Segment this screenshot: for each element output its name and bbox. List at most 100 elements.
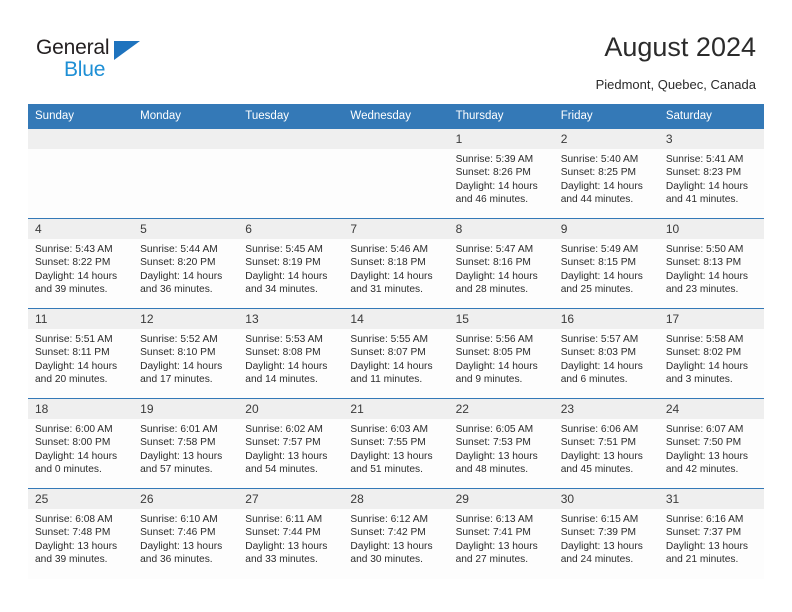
weekday-header-row: Sunday Monday Tuesday Wednesday Thursday… [28, 104, 764, 129]
calendar-day-cell[interactable]: 28 Sunrise: 6:12 AM Sunset: 7:42 PM Dayligh… [343, 488, 449, 579]
calendar-day-cell[interactable]: 20 Sunrise: 6:02 AM Sunset: 7:57 PM Dayligh… [238, 398, 344, 489]
sunrise-text: Sunrise: 5:51 AM [35, 334, 113, 345]
daylight-text-line1: Daylight: 13 hours [455, 540, 538, 552]
page-title: August 2024 [604, 32, 756, 62]
sunrise-text: Sunrise: 5:39 AM [455, 154, 534, 165]
day-number: 15 [448, 309, 554, 329]
day-sun-info: Sunrise: 6:02 AM Sunset: 7:57 PM Daylight:… [238, 419, 343, 477]
daylight-text-line1: Daylight: 14 hours [455, 270, 538, 282]
day-number: 30 [553, 489, 659, 509]
calendar-day-cell[interactable]: 4 Sunrise: 5:43 AM Sunset: 8:22 PM Daylight… [28, 218, 134, 309]
calendar-day-cell[interactable]: 7 Sunrise: 5:46 AM Sunset: 8:18 PM Daylight… [343, 218, 449, 309]
day-sun-info: Sunrise: 5:39 AM Sunset: 8:26 PM Daylight:… [449, 149, 554, 207]
calendar-day-cell[interactable]: 17 Sunrise: 5:58 AM Sunset: 8:02 PM Dayligh… [658, 308, 764, 399]
day-number: 27 [238, 489, 344, 509]
daylight-text-line2: and 36 minutes. [140, 284, 213, 296]
daylight-text-line1: Daylight: 13 hours [245, 540, 328, 552]
daylight-text-line2: and 48 minutes. [455, 464, 529, 476]
day-number: 26 [133, 489, 239, 509]
triangle-icon [114, 41, 140, 60]
calendar-day-cell[interactable]: 15 Sunrise: 5:56 AM Sunset: 8:05 PM Dayligh… [448, 308, 554, 399]
daylight-text-line2: and 39 minutes. [35, 554, 108, 566]
daylight-text-line2: and 27 minutes. [455, 554, 529, 566]
day-sun-info: Sunrise: 6:11 AM Sunset: 7:44 PM Daylight:… [238, 509, 343, 567]
location-subtitle: Piedmont, Quebec, Canada [595, 77, 756, 92]
calendar-day-cell[interactable]: 8 Sunrise: 5:47 AM Sunset: 8:16 PM Daylight… [448, 218, 554, 309]
calendar-day-cell[interactable]: 6 Sunrise: 5:45 AM Sunset: 8:19 PM Daylight… [238, 218, 344, 309]
calendar-day-cell-empty [238, 128, 344, 219]
calendar-day-cell[interactable]: 22 Sunrise: 6:05 AM Sunset: 7:53 PM Dayligh… [448, 398, 554, 489]
daylight-text-line1: Daylight: 13 hours [350, 540, 433, 552]
daylight-text-line2: and 34 minutes. [245, 284, 318, 296]
day-number [28, 129, 134, 149]
calendar-page: General Blue August 2024 Piedmont, Quebe… [0, 0, 792, 612]
day-number: 14 [343, 309, 449, 329]
calendar-day-cell[interactable]: 12 Sunrise: 5:52 AM Sunset: 8:10 PM Dayligh… [133, 308, 239, 399]
sunrise-text: Sunrise: 6:02 AM [245, 424, 323, 435]
calendar-day-cell[interactable]: 24 Sunrise: 6:07 AM Sunset: 7:50 PM Dayligh… [658, 398, 764, 489]
calendar-day-cell-empty [133, 128, 239, 219]
day-sun-info: Sunrise: 6:13 AM Sunset: 7:41 PM Daylight:… [449, 509, 554, 567]
day-number: 17 [658, 309, 764, 329]
calendar-day-cell[interactable]: 18 Sunrise: 6:00 AM Sunset: 8:00 PM Dayligh… [28, 398, 134, 489]
day-sun-info: Sunrise: 6:00 AM Sunset: 8:00 PM Daylight:… [28, 419, 133, 477]
calendar-day-cell[interactable]: 2 Sunrise: 5:40 AM Sunset: 8:25 PM Daylight… [553, 128, 659, 219]
daylight-text-line2: and 33 minutes. [245, 554, 318, 566]
sunset-text: Sunset: 7:39 PM [560, 527, 637, 539]
logo-text-general: General [36, 36, 110, 59]
calendar-day-cell[interactable]: 26 Sunrise: 6:10 AM Sunset: 7:46 PM Dayligh… [133, 488, 239, 579]
daylight-text-line1: Daylight: 14 hours [455, 360, 538, 372]
day-number [343, 129, 449, 149]
day-number: 16 [553, 309, 659, 329]
daylight-text-line2: and 44 minutes. [560, 194, 634, 206]
calendar-day-cell[interactable]: 3 Sunrise: 5:41 AM Sunset: 8:23 PM Daylight… [658, 128, 764, 219]
day-number: 4 [28, 219, 134, 239]
day-number: 9 [553, 219, 659, 239]
day-sun-info: Sunrise: 5:57 AM Sunset: 8:03 PM Daylight:… [554, 329, 659, 387]
day-sun-info: Sunrise: 6:01 AM Sunset: 7:58 PM Daylight:… [133, 419, 238, 477]
calendar-day-cell[interactable]: 31 Sunrise: 6:16 AM Sunset: 7:37 PM Dayligh… [658, 488, 764, 579]
sunset-text: Sunset: 8:10 PM [140, 347, 216, 359]
daylight-text-line1: Daylight: 13 hours [455, 450, 538, 462]
calendar-day-cell[interactable]: 30 Sunrise: 6:15 AM Sunset: 7:39 PM Dayligh… [553, 488, 659, 579]
calendar-day-cell[interactable]: 19 Sunrise: 6:01 AM Sunset: 7:58 PM Dayligh… [133, 398, 239, 489]
day-sun-info: Sunrise: 5:58 AM Sunset: 8:02 PM Daylight:… [659, 329, 764, 387]
day-number: 5 [133, 219, 239, 239]
daylight-text-line1: Daylight: 14 hours [350, 270, 433, 282]
sunset-text: Sunset: 8:03 PM [560, 347, 637, 359]
day-number: 3 [658, 129, 764, 149]
day-number: 13 [238, 309, 344, 329]
daylight-text-line2: and 57 minutes. [140, 464, 213, 476]
sunset-text: Sunset: 7:46 PM [140, 527, 216, 539]
calendar-day-cell[interactable]: 9 Sunrise: 5:49 AM Sunset: 8:15 PM Daylight… [553, 218, 659, 309]
calendar-day-cell[interactable]: 11 Sunrise: 5:51 AM Sunset: 8:11 PM Dayligh… [28, 308, 134, 399]
calendar-day-cell[interactable]: 25 Sunrise: 6:08 AM Sunset: 7:48 PM Dayligh… [28, 488, 134, 579]
calendar-day-cell[interactable]: 5 Sunrise: 5:44 AM Sunset: 8:20 PM Daylight… [133, 218, 239, 309]
sunrise-text: Sunrise: 5:53 AM [245, 334, 323, 345]
day-sun-info: Sunrise: 5:51 AM Sunset: 8:11 PM Daylight:… [28, 329, 133, 387]
calendar-day-cell[interactable]: 27 Sunrise: 6:11 AM Sunset: 7:44 PM Dayligh… [238, 488, 344, 579]
day-sun-info: Sunrise: 5:41 AM Sunset: 8:23 PM Daylight:… [659, 149, 764, 207]
sunrise-text: Sunrise: 5:47 AM [455, 244, 534, 255]
daylight-text-line1: Daylight: 14 hours [455, 180, 538, 192]
calendar-day-cell[interactable]: 10 Sunrise: 5:50 AM Sunset: 8:13 PM Dayligh… [658, 218, 764, 309]
day-sun-info: Sunrise: 5:46 AM Sunset: 8:18 PM Daylight:… [343, 239, 448, 297]
daylight-text-line1: Daylight: 13 hours [140, 540, 223, 552]
calendar-day-cell[interactable]: 13 Sunrise: 5:53 AM Sunset: 8:08 PM Dayligh… [238, 308, 344, 399]
sunrise-text: Sunrise: 6:11 AM [245, 514, 323, 525]
calendar-day-cell[interactable]: 29 Sunrise: 6:13 AM Sunset: 7:41 PM Dayligh… [448, 488, 554, 579]
generalblue-logo[interactable]: General Blue [36, 36, 166, 84]
daylight-text-line2: and 30 minutes. [350, 554, 423, 566]
daylight-text-line2: and 46 minutes. [455, 194, 529, 206]
calendar-day-cell[interactable]: 14 Sunrise: 5:55 AM Sunset: 8:07 PM Dayligh… [343, 308, 449, 399]
calendar-day-cell[interactable]: 1 Sunrise: 5:39 AM Sunset: 8:26 PM Daylight… [448, 128, 554, 219]
calendar-day-cell[interactable]: 16 Sunrise: 5:57 AM Sunset: 8:03 PM Dayligh… [553, 308, 659, 399]
day-number [238, 129, 344, 149]
calendar-day-cell[interactable]: 21 Sunrise: 6:03 AM Sunset: 7:55 PM Dayligh… [343, 398, 449, 489]
calendar-day-cell[interactable]: 23 Sunrise: 6:06 AM Sunset: 7:51 PM Dayligh… [553, 398, 659, 489]
sunrise-text: Sunrise: 5:44 AM [140, 244, 218, 255]
day-sun-info: Sunrise: 5:52 AM Sunset: 8:10 PM Daylight:… [133, 329, 238, 387]
day-number: 2 [553, 129, 659, 149]
sunrise-text: Sunrise: 6:06 AM [560, 424, 639, 435]
sunrise-text: Sunrise: 6:07 AM [665, 424, 744, 435]
